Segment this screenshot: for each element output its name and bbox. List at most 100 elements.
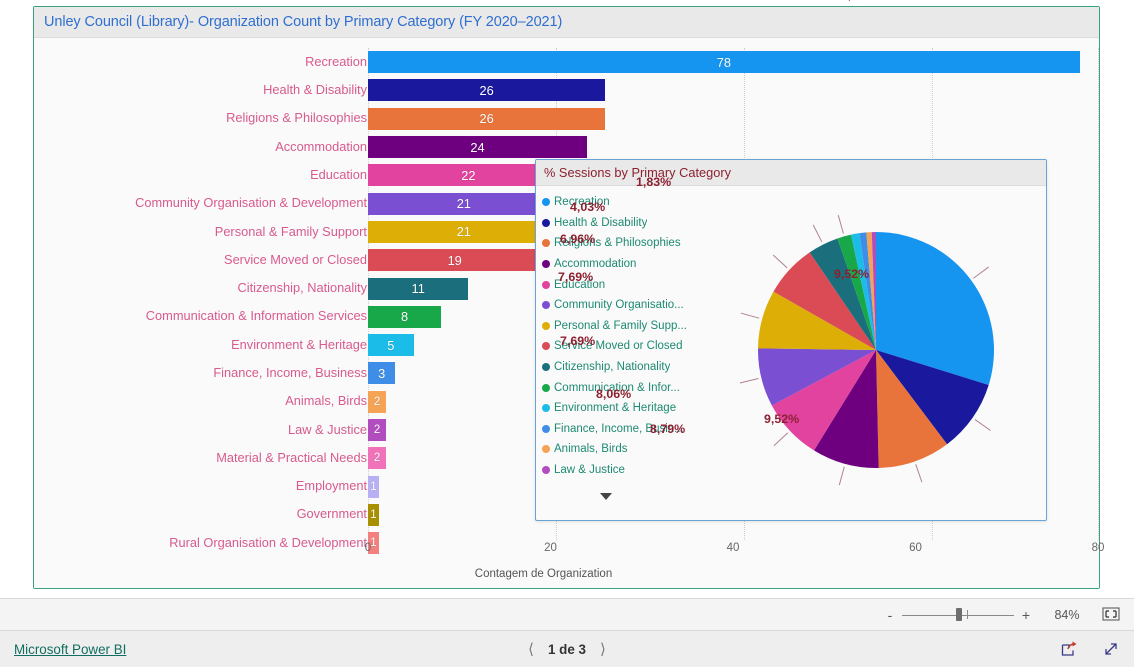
bar-value-label: 3 <box>378 365 386 381</box>
legend-color-dot <box>542 466 550 475</box>
bar[interactable]: 78 <box>368 51 1080 74</box>
bar-category-label: Community Organisation & Development <box>135 195 367 211</box>
pie-legend-item[interactable]: Citizenship, Nationality <box>542 357 702 378</box>
pie-percentage-label: 7,69% <box>560 334 596 348</box>
bar[interactable]: 3 <box>368 362 396 385</box>
bar-category-label: Finance, Income, Business <box>213 365 367 380</box>
pie-leader-line <box>837 215 844 234</box>
bar-value-label: 21 <box>456 224 471 240</box>
pie-percentage-label: 28,57% <box>834 0 876 2</box>
legend-label: Law & Justice <box>554 464 625 477</box>
fit-to-page-icon[interactable] <box>1102 606 1122 623</box>
footer-icon-group <box>1060 640 1120 658</box>
legend-color-dot <box>542 363 550 372</box>
bar-row[interactable]: Religions & Philosophies 26 <box>34 105 1099 133</box>
bar-category-label: Material & Practical Needs <box>216 449 367 465</box>
legend-label: Animals, Birds <box>554 443 628 456</box>
bar-value-label: 26 <box>479 111 494 127</box>
chevron-right-icon[interactable]: ⟩ <box>600 640 606 658</box>
zoom-slider-thumb[interactable] <box>955 608 962 621</box>
bar-chart-header: Unley Council (Library)- Organization Co… <box>34 7 1099 38</box>
legend-label: Accommodation <box>554 258 637 271</box>
legend-label: Environment & Heritage <box>554 402 677 415</box>
zoom-in-button[interactable]: + <box>1018 607 1034 623</box>
pie-legend-item[interactable]: Animals, Birds <box>542 439 702 460</box>
share-icon[interactable] <box>1060 640 1078 658</box>
fullscreen-icon[interactable] <box>1102 640 1120 658</box>
pie-percentage-label: 4,03% <box>570 200 606 214</box>
pie-legend-item[interactable]: Community Organisatio... <box>542 295 702 316</box>
bar-category-label: Communication & Information Services <box>145 308 367 324</box>
bar-row[interactable]: Accommodation 24 <box>34 133 1099 161</box>
zoom-level-label: 84% <box>1054 607 1080 622</box>
pie-leader-line <box>739 377 759 384</box>
legend-color-dot <box>542 218 550 227</box>
legend-color-dot <box>542 239 550 248</box>
bar-value-label: 78 <box>716 54 731 70</box>
bar-value-label: 5 <box>387 337 395 353</box>
pie-graphic[interactable] <box>708 192 1044 518</box>
legend-color-dot <box>542 424 550 433</box>
bar[interactable]: 2 <box>368 390 387 413</box>
report-canvas: Unley Council (Library)- Organization Co… <box>0 0 1134 598</box>
pie-graphic-wrap: 28,57% 9,52% 9,52% 8,79% 8,06% 7,69% 7,69% 6,96… <box>558 0 1044 518</box>
zoom-out-button[interactable]: - <box>882 607 898 623</box>
bar-value-label: 19 <box>447 252 462 268</box>
bar[interactable]: 2 <box>368 419 387 441</box>
legend-label: Citizenship, Nationality <box>554 361 671 374</box>
pie-legend-item[interactable]: Health & Disability <box>542 213 702 234</box>
bar[interactable]: 8 <box>368 305 441 328</box>
bar-category-label: Service Moved or Closed <box>224 251 367 267</box>
zoom-toolbar: - + 84% <box>0 598 1134 630</box>
bar-row[interactable]: Health & Disability 26 <box>34 76 1099 104</box>
pie-percentage-label: 1,83% <box>636 175 672 189</box>
legend-color-dot <box>542 321 550 330</box>
bar-category-label: Environment & Heritage <box>231 336 367 352</box>
bar-category-label: Personal & Family Support <box>214 223 367 239</box>
pie-legend-item[interactable]: Environment & Heritage <box>542 398 702 419</box>
bar[interactable]: 21 <box>368 220 560 243</box>
legend-color-dot <box>542 445 550 454</box>
bar-value-label: 1 <box>370 480 377 493</box>
bar-value-label: 26 <box>479 82 494 98</box>
bar[interactable]: 26 <box>368 79 606 102</box>
page-indicator: 1 de 3 <box>548 641 586 657</box>
x-axis-tick: 20 <box>544 542 557 554</box>
pie-leader-line <box>838 466 845 486</box>
bar-row[interactable]: Recreation 78 <box>34 48 1099 76</box>
bar[interactable]: 24 <box>368 136 587 159</box>
powerbi-brand-link[interactable]: Microsoft Power BI <box>14 642 126 657</box>
pie-leader-line <box>915 464 923 483</box>
pie-percentage-label: 8,06% <box>596 387 632 401</box>
bar[interactable]: 1 <box>368 475 379 498</box>
bar[interactable]: 19 <box>368 249 542 272</box>
bar-value-label: 11 <box>411 281 425 297</box>
chevron-left-icon[interactable]: ⟨ <box>528 640 534 658</box>
bar-value-label: 2 <box>373 424 381 436</box>
legend-label: Community Organisatio... <box>554 299 684 312</box>
pie-percentage-label: 6,96% <box>560 232 596 246</box>
bar[interactable]: 26 <box>368 107 606 130</box>
bar[interactable]: 2 <box>368 447 387 470</box>
legend-label: Personal & Family Supp... <box>554 319 687 332</box>
bar[interactable]: 11 <box>368 277 469 300</box>
pie-leader-line <box>773 432 789 447</box>
bar[interactable]: 1 <box>368 503 379 526</box>
bar-value-label: 24 <box>470 139 485 155</box>
bar-category-label: Animals, Birds <box>285 393 367 409</box>
bar[interactable]: 5 <box>368 334 414 357</box>
pie-legend-item[interactable]: Law & Justice <box>542 460 702 481</box>
legend-color-dot <box>542 404 550 413</box>
pie-percentage-label: 8,79% <box>650 422 686 436</box>
bar[interactable]: 21 <box>368 192 560 215</box>
x-axis-title-wrap: Contagem de Organization <box>34 568 1099 580</box>
chevron-down-icon[interactable] <box>600 493 612 500</box>
legend-label: Health & Disability <box>554 216 648 229</box>
pie-percentage-label: 9,52% <box>764 412 800 426</box>
pie-chart-visual[interactable]: % Sessions by Primary Category Recreatio… <box>535 0 1047 521</box>
pie-chart-header: % Sessions by Primary Category <box>536 160 1046 186</box>
zoom-slider[interactable] <box>902 608 1014 622</box>
pie-legend-item[interactable]: Recreation <box>542 192 702 213</box>
footer-bar: Microsoft Power BI ⟨ 1 de 3 ⟩ <box>0 630 1134 667</box>
page-title: Unley Council (Library)- Organization Co… <box>44 14 563 30</box>
